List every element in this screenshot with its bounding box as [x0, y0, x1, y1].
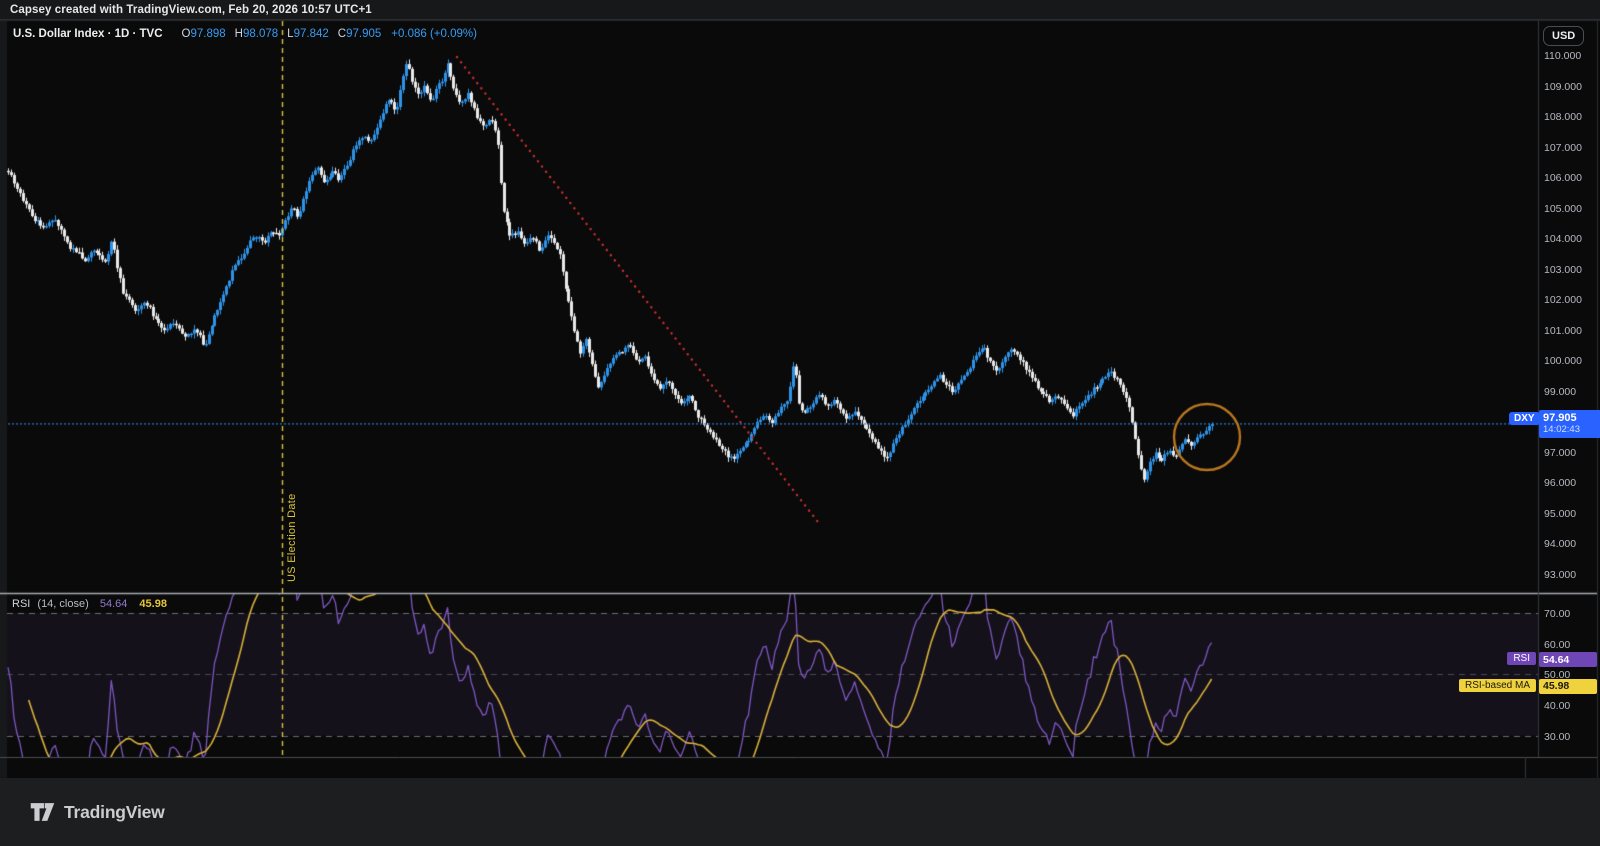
rsi-ma-value: 45.98	[139, 598, 167, 610]
rsi-ma-value-label: 45.98	[1539, 678, 1597, 694]
price-tick: 100.000	[1544, 355, 1582, 367]
election-date-annotation-label[interactable]: US Election Date	[286, 478, 298, 582]
ohlc-open-value: 97.898	[190, 28, 226, 40]
price-tick: 103.000	[1544, 263, 1582, 276]
rsi-params: (14, close)	[37, 598, 89, 610]
rsi-tick: 60.00	[1544, 638, 1571, 651]
rsi-tick: 70.00	[1544, 608, 1571, 620]
screenshot-header: Capsey created with TradingView.com, Feb…	[0, 0, 1600, 20]
ohlc-close-value: 97.905	[346, 28, 382, 40]
price-tick: 105.000	[1544, 202, 1582, 215]
price-tick: 101.000	[1544, 324, 1582, 337]
footer-bar: TradingView	[0, 778, 1600, 846]
price-tick: 93.000	[1544, 568, 1577, 581]
header-text: Capsey created with TradingView.com, Feb…	[10, 4, 372, 16]
rsi-tick: 40.00	[1544, 700, 1571, 713]
ohlc-close-label: C	[337, 28, 347, 40]
currency-button[interactable]: USD	[1543, 26, 1585, 46]
rsi-indicator-legend[interactable]: RSI (14, close) 54.64 45.98	[12, 598, 167, 610]
last-price-value: 97.905	[1543, 412, 1577, 424]
price-tick: 99.000	[1544, 385, 1577, 398]
price-tick: 107.000	[1544, 141, 1582, 154]
price-tick: 102.000	[1544, 294, 1582, 306]
price-tick: 95.000	[1544, 507, 1577, 520]
ohlc-low-value: 97.842	[293, 28, 329, 40]
ohlc-high-label: H	[234, 28, 243, 40]
symbol-price-chip: DXY	[1509, 412, 1540, 425]
ohlc-high-value: 98.078	[242, 28, 279, 40]
symbol-title[interactable]: U.S. Dollar Index · 1D · TVC	[13, 28, 163, 40]
price-tick: 110.000	[1544, 50, 1582, 62]
time-axis[interactable]: JulAugSepOctDec2025FebMarAprMayJunJulAug…	[0, 757, 1527, 778]
price-tick: 108.000	[1544, 111, 1582, 123]
symbol-legend[interactable]: U.S. Dollar Index · 1D · TVC O97.898 H98.0…	[13, 28, 477, 40]
change-value: +0.086 (+0.09%)	[391, 28, 477, 40]
price-tick: 97.000	[1544, 446, 1577, 459]
price-tick: 106.000	[1544, 172, 1582, 184]
rsi-title[interactable]: RSI	[12, 598, 30, 610]
rsi-line-value-label: 54.64	[1539, 652, 1597, 668]
tradingview-logo-icon[interactable]	[30, 801, 55, 823]
chart-canvas[interactable]	[0, 0, 1600, 846]
rsi-line-chip: RSI	[1507, 652, 1536, 666]
rsi-ma-chip: RSI-based MA	[1458, 678, 1536, 692]
last-price-label: 97.905 14:02:43	[1539, 410, 1600, 438]
price-tick: 109.000	[1544, 80, 1582, 93]
tradingview-chart-window: Capsey created with TradingView.com, Feb…	[0, 0, 1600, 846]
price-tick: 104.000	[1544, 233, 1582, 245]
price-tick: 94.000	[1544, 538, 1577, 550]
rsi-value: 54.64	[99, 598, 128, 610]
tradingview-wordmark[interactable]: TradingView	[64, 802, 165, 823]
price-tick: 96.000	[1544, 477, 1577, 489]
rsi-tick: 30.00	[1544, 730, 1571, 743]
bar-countdown: 14:02:43	[1543, 424, 1580, 435]
